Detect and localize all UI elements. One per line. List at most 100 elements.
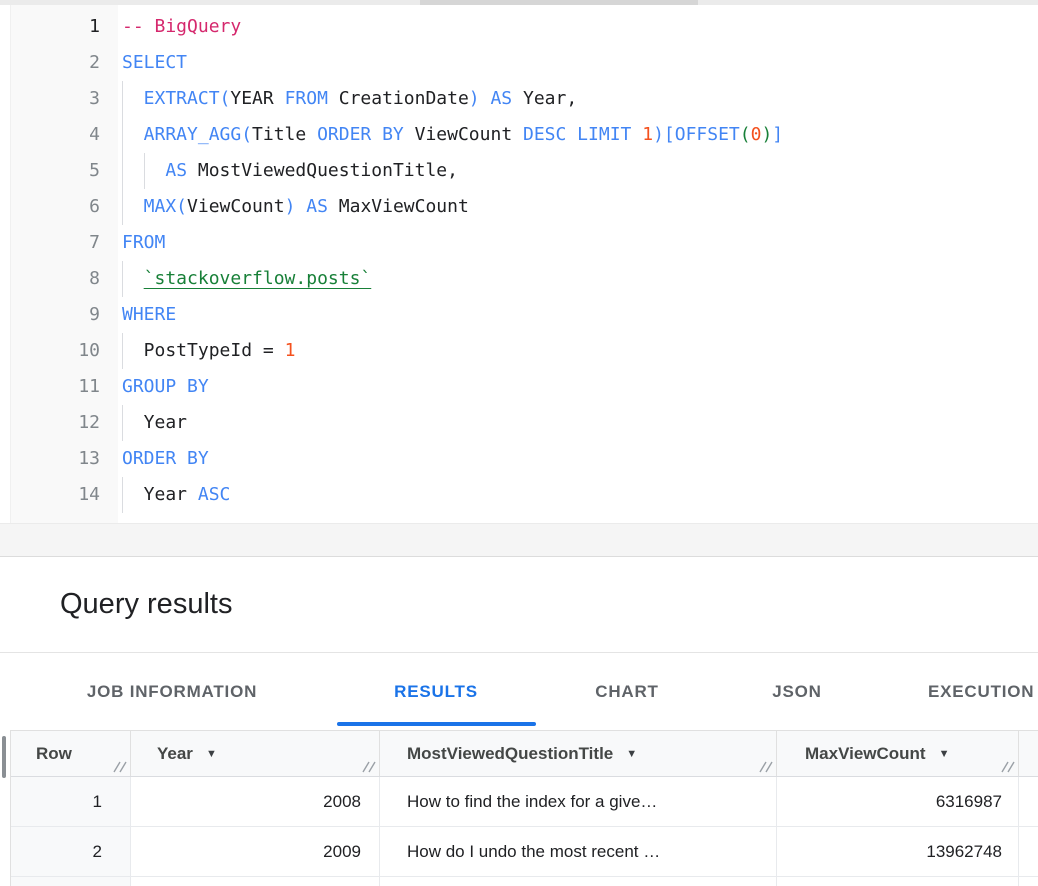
sort-arrow-icon[interactable]: ▼ <box>206 748 217 760</box>
code-text: FROM <box>118 225 1038 261</box>
code-line: 7FROM <box>0 225 1038 261</box>
code-token: ) AS <box>469 88 523 109</box>
extra-cell <box>1018 877 1038 886</box>
sort-arrow-icon[interactable]: ▼ <box>626 748 637 760</box>
code-line: 11GROUP BY <box>0 369 1038 405</box>
indent-guide <box>122 405 123 441</box>
column-header-extra <box>1018 731 1038 776</box>
column-resize-handle[interactable] <box>361 760 376 773</box>
max-view-count-cell: 6316987 <box>776 777 1018 826</box>
extra-cell <box>1018 827 1038 876</box>
code-token: WHERE <box>122 304 176 325</box>
code-token: Year, <box>523 88 577 109</box>
code-line: 10PostTypeId = 1 <box>0 333 1038 369</box>
code-token: GROUP BY <box>122 376 209 397</box>
tab-execution-details[interactable]: EXECUTION DETAILS <box>928 653 1038 730</box>
results-panel-header: Query results <box>0 557 1038 653</box>
indent-guide <box>122 81 123 117</box>
table-row-partial <box>11 877 1038 886</box>
code-token: PostTypeId = <box>144 340 285 361</box>
code-token: MostViewedQuestionTitle, <box>198 160 458 181</box>
code-line: 5AS MostViewedQuestionTitle, <box>0 153 1038 189</box>
column-header-label: Row <box>36 744 72 764</box>
line-number: 2 <box>10 45 118 81</box>
line-number: 3 <box>10 81 118 117</box>
code-text: EXTRACT(YEAR FROM CreationDate) AS Year, <box>118 81 1038 117</box>
indent-guide <box>122 117 123 153</box>
code-line: 13ORDER BY <box>0 441 1038 477</box>
table-row: 1 2008 How to find the index for a give…… <box>11 777 1038 827</box>
column-resize-handle[interactable] <box>112 760 127 773</box>
column-header-mostviewedquestiontitle[interactable]: MostViewedQuestionTitle ▼ <box>379 731 776 776</box>
code-text: -- BigQuery <box>118 9 1038 45</box>
line-number: 14 <box>10 477 118 513</box>
line-number: 8 <box>10 261 118 297</box>
year-cell: 2009 <box>130 827 379 876</box>
code-token: ASC <box>198 484 231 505</box>
code-text: Year <box>118 405 1038 441</box>
line-number: 5 <box>10 153 118 189</box>
code-token: 0 <box>751 124 762 145</box>
line-number: 13 <box>10 441 118 477</box>
indent-guide <box>122 333 123 369</box>
code-line: 4ARRAY_AGG(Title ORDER BY ViewCount DESC… <box>0 117 1038 153</box>
column-header-label: Year <box>157 744 193 764</box>
code-text: ORDER BY <box>118 441 1038 477</box>
code-line: 14Year ASC <box>0 477 1038 513</box>
code-text: GROUP BY <box>118 369 1038 405</box>
indent-guide <box>122 189 123 225</box>
sort-arrow-icon[interactable]: ▼ <box>939 748 950 760</box>
line-number: 12 <box>10 405 118 441</box>
line-number: 4 <box>10 117 118 153</box>
code-token: Year <box>144 412 187 433</box>
column-header-row: Row <box>11 731 130 776</box>
code-text: Year ASC <box>118 477 1038 513</box>
code-line: 8 `stackoverflow.posts` <box>0 261 1038 297</box>
code-token: ViewCount <box>415 124 523 145</box>
code-text: MAX(ViewCount) AS MaxViewCount <box>118 189 1038 225</box>
indent-guide <box>144 153 145 189</box>
code-text: `stackoverflow.posts` <box>118 261 1038 297</box>
table-reference-link[interactable]: `stackoverflow.posts` <box>144 268 372 289</box>
tab-job-information[interactable]: JOB INFORMATION <box>87 653 257 730</box>
code-token: MAX( <box>144 196 187 217</box>
code-token: 1 <box>285 340 296 361</box>
year-cell <box>130 877 379 886</box>
code-line: 2SELECT <box>0 45 1038 81</box>
code-token: ARRAY_AGG( <box>144 124 252 145</box>
results-vertical-scrollbar[interactable] <box>2 736 6 778</box>
sql-editor[interactable]: 1-- BigQuery2SELECT3EXTRACT(YEAR FROM Cr… <box>0 5 1038 523</box>
code-line: 1-- BigQuery <box>0 9 1038 45</box>
editor-lines: 1-- BigQuery2SELECT3EXTRACT(YEAR FROM Cr… <box>0 9 1038 513</box>
line-number: 7 <box>10 225 118 261</box>
code-text: ARRAY_AGG(Title ORDER BY ViewCount DESC … <box>118 117 1038 153</box>
code-token: EXTRACT( <box>144 88 231 109</box>
results-panel-title: Query results <box>60 588 232 621</box>
line-number: 11 <box>10 369 118 405</box>
code-text: WHERE <box>118 297 1038 333</box>
code-text: SELECT <box>118 45 1038 81</box>
column-header-year[interactable]: Year ▼ <box>130 731 379 776</box>
max-view-count-cell <box>776 877 1018 886</box>
indent-guide <box>122 153 123 189</box>
code-token: Year <box>144 484 198 505</box>
row-number-cell: 2 <box>11 827 130 876</box>
column-header-label: MaxViewCount <box>805 744 926 764</box>
code-token: ] <box>772 124 783 145</box>
column-resize-handle[interactable] <box>1000 760 1015 773</box>
code-text: PostTypeId = 1 <box>118 333 1038 369</box>
table-row: 2 2009 How do I undo the most recent … 1… <box>11 827 1038 877</box>
code-token: ( <box>740 124 751 145</box>
year-cell: 2008 <box>130 777 379 826</box>
tab-results[interactable]: RESULTS <box>394 653 478 730</box>
code-text: AS MostViewedQuestionTitle, <box>118 153 1038 189</box>
code-token: )[OFFSET <box>653 124 740 145</box>
code-token: Title <box>252 124 317 145</box>
column-header-label: MostViewedQuestionTitle <box>407 744 613 764</box>
max-view-count-cell: 13962748 <box>776 827 1018 876</box>
tab-json[interactable]: JSON <box>772 653 822 730</box>
tab-chart[interactable]: CHART <box>595 653 659 730</box>
column-resize-handle[interactable] <box>758 760 773 773</box>
indent-guide <box>122 261 123 297</box>
column-header-maxviewcount[interactable]: MaxViewCount ▼ <box>776 731 1018 776</box>
